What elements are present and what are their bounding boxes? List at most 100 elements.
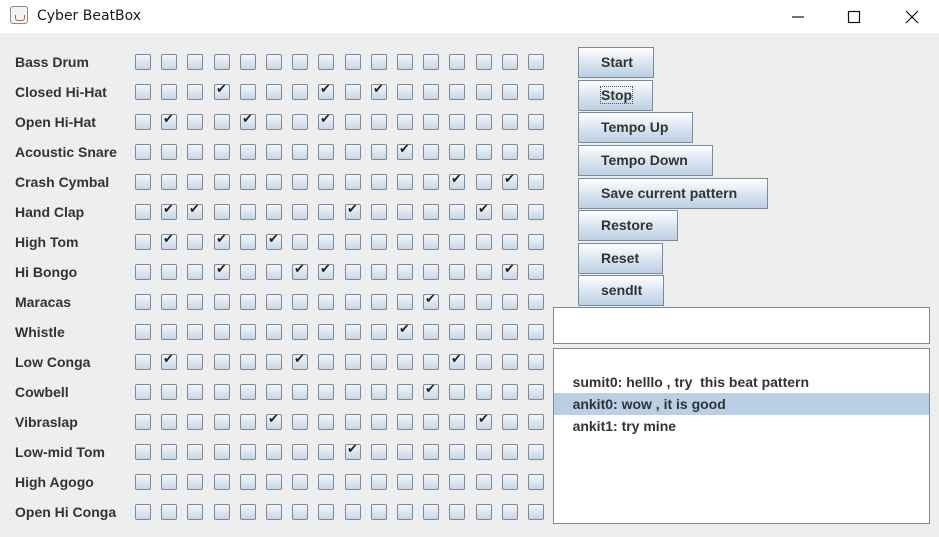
beat-checkbox[interactable]	[292, 54, 308, 70]
beat-checkbox[interactable]	[423, 204, 439, 220]
beat-checkbox[interactable]	[187, 264, 203, 280]
beat-checkbox[interactable]	[266, 144, 282, 160]
beat-checkbox[interactable]	[476, 174, 492, 190]
beat-checkbox[interactable]	[397, 444, 413, 460]
beat-checkbox[interactable]	[397, 84, 413, 100]
beat-checkbox[interactable]	[161, 384, 177, 400]
beat-checkbox[interactable]	[371, 384, 387, 400]
beat-checkbox[interactable]	[292, 114, 308, 130]
beat-checkbox[interactable]	[528, 264, 544, 280]
beat-checkbox[interactable]	[214, 144, 230, 160]
beat-checkbox[interactable]	[318, 384, 334, 400]
beat-checkbox[interactable]	[318, 204, 334, 220]
beat-checkbox[interactable]	[266, 264, 282, 280]
list-item[interactable]: sumit0: helllo , try this beat pattern	[554, 349, 929, 390]
beat-checkbox[interactable]	[292, 204, 308, 220]
beat-checkbox[interactable]	[502, 234, 518, 250]
beat-checkbox[interactable]	[318, 354, 334, 370]
beat-checkbox[interactable]	[187, 54, 203, 70]
beat-checkbox[interactable]	[214, 54, 230, 70]
beat-checkbox[interactable]	[292, 384, 308, 400]
beat-checkbox[interactable]	[240, 414, 256, 430]
beat-checkbox[interactable]	[528, 174, 544, 190]
beat-checkbox[interactable]	[240, 54, 256, 70]
beat-checkbox[interactable]	[266, 354, 282, 370]
beat-checkbox[interactable]	[187, 414, 203, 430]
beat-checkbox[interactable]	[214, 474, 230, 490]
beat-checkbox[interactable]	[292, 84, 308, 100]
beat-checkbox[interactable]	[502, 474, 518, 490]
beat-checkbox[interactable]	[345, 84, 361, 100]
beat-checkbox[interactable]	[502, 84, 518, 100]
beat-checkbox[interactable]	[345, 144, 361, 160]
beat-checkbox[interactable]	[135, 114, 151, 130]
beat-checkbox[interactable]	[266, 294, 282, 310]
beat-checkbox[interactable]	[161, 232, 177, 250]
beat-checkbox[interactable]	[423, 324, 439, 340]
beat-checkbox[interactable]	[528, 444, 544, 460]
beat-checkbox[interactable]	[318, 144, 334, 160]
beat-checkbox[interactable]	[187, 354, 203, 370]
beat-checkbox[interactable]	[502, 204, 518, 220]
beat-checkbox[interactable]	[528, 324, 544, 340]
beat-checkbox[interactable]	[449, 234, 465, 250]
beat-checkbox[interactable]	[397, 114, 413, 130]
beat-checkbox[interactable]	[266, 174, 282, 190]
beat-checkbox[interactable]	[502, 504, 518, 520]
beat-checkbox[interactable]	[476, 444, 492, 460]
beat-checkbox[interactable]	[161, 54, 177, 70]
beat-checkbox[interactable]	[266, 474, 282, 490]
beat-checkbox[interactable]	[214, 232, 230, 250]
beat-checkbox[interactable]	[449, 54, 465, 70]
beat-checkbox[interactable]	[423, 234, 439, 250]
beat-checkbox[interactable]	[423, 292, 439, 310]
beat-checkbox[interactable]	[528, 234, 544, 250]
beat-checkbox[interactable]	[292, 294, 308, 310]
beat-checkbox[interactable]	[397, 174, 413, 190]
beat-checkbox[interactable]	[318, 54, 334, 70]
beat-checkbox[interactable]	[397, 204, 413, 220]
beat-checkbox[interactable]	[161, 444, 177, 460]
beat-checkbox[interactable]	[345, 294, 361, 310]
beat-checkbox[interactable]	[187, 84, 203, 100]
beat-checkbox[interactable]	[161, 474, 177, 490]
beat-checkbox[interactable]	[423, 144, 439, 160]
beat-checkbox[interactable]	[345, 202, 361, 220]
beat-checkbox[interactable]	[476, 234, 492, 250]
maximize-button[interactable]	[831, 0, 877, 33]
beat-checkbox[interactable]	[423, 84, 439, 100]
message-input[interactable]	[553, 307, 930, 344]
beat-checkbox[interactable]	[161, 352, 177, 370]
beat-checkbox[interactable]	[135, 54, 151, 70]
beat-checkbox[interactable]	[266, 324, 282, 340]
beat-checkbox[interactable]	[423, 264, 439, 280]
beat-checkbox[interactable]	[397, 414, 413, 430]
beat-checkbox[interactable]	[449, 204, 465, 220]
beat-checkbox[interactable]	[135, 354, 151, 370]
beat-checkbox[interactable]	[528, 504, 544, 520]
beat-checkbox[interactable]	[187, 144, 203, 160]
beat-checkbox[interactable]	[214, 294, 230, 310]
beat-checkbox[interactable]	[476, 474, 492, 490]
send-button[interactable]: sendIt	[578, 275, 664, 306]
beat-checkbox[interactable]	[423, 354, 439, 370]
beat-checkbox[interactable]	[240, 144, 256, 160]
beat-checkbox[interactable]	[449, 352, 465, 370]
beat-checkbox[interactable]	[345, 504, 361, 520]
beat-checkbox[interactable]	[292, 444, 308, 460]
beat-checkbox[interactable]	[161, 294, 177, 310]
beat-checkbox[interactable]	[318, 504, 334, 520]
beat-checkbox[interactable]	[449, 384, 465, 400]
beat-checkbox[interactable]	[161, 264, 177, 280]
beat-checkbox[interactable]	[214, 204, 230, 220]
beat-checkbox[interactable]	[371, 324, 387, 340]
beat-checkbox[interactable]	[502, 114, 518, 130]
beat-checkbox[interactable]	[187, 174, 203, 190]
beat-checkbox[interactable]	[397, 264, 413, 280]
beat-checkbox[interactable]	[240, 474, 256, 490]
beat-checkbox[interactable]	[214, 354, 230, 370]
beat-checkbox[interactable]	[528, 114, 544, 130]
beat-checkbox[interactable]	[318, 294, 334, 310]
beat-checkbox[interactable]	[345, 474, 361, 490]
restore-button[interactable]: Restore	[578, 210, 678, 241]
